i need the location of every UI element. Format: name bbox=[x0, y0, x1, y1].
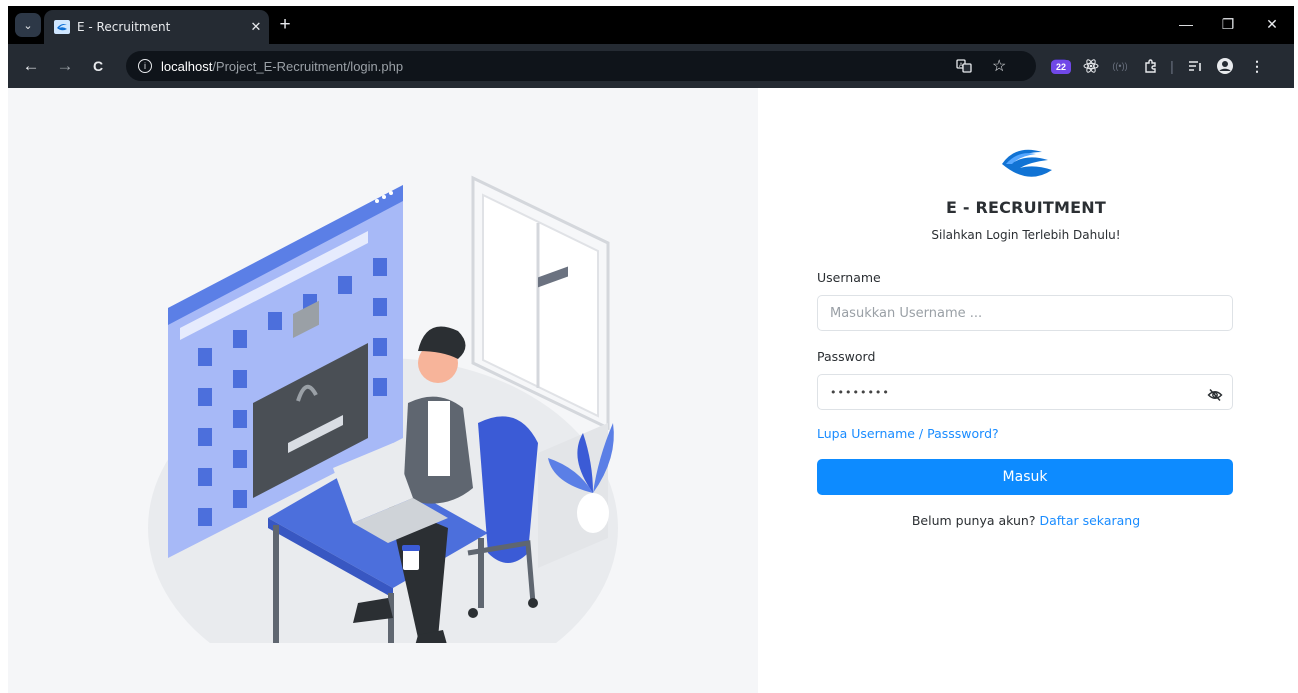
tab-search-button[interactable]: ⌄ bbox=[15, 13, 41, 37]
tab-close-icon[interactable]: ✕ bbox=[243, 19, 269, 35]
profile-avatar-icon[interactable] bbox=[1214, 56, 1236, 76]
extension-badge: 22 bbox=[1051, 60, 1071, 74]
register-link[interactable]: Daftar sekarang bbox=[1039, 513, 1140, 528]
restore-button[interactable]: ❐ bbox=[1208, 13, 1248, 35]
page-frame: ⌄ E - Recruitment ✕ + — ❐ ✕ ← → C i loca… bbox=[0, 0, 1298, 693]
forgot-password-link[interactable]: Lupa Username / Passsword? bbox=[817, 426, 999, 441]
svg-text:A: A bbox=[959, 63, 963, 69]
login-subtitle: Silahkan Login Terlebih Dahulu! bbox=[931, 228, 1121, 242]
username-label: Username bbox=[817, 270, 881, 285]
close-window-button[interactable]: ✕ bbox=[1252, 13, 1292, 35]
toolbar-divider: | bbox=[1170, 58, 1174, 74]
password-input[interactable] bbox=[817, 374, 1233, 410]
back-button[interactable]: ← bbox=[20, 55, 42, 77]
forward-button[interactable]: → bbox=[54, 55, 76, 77]
puzzle-icon[interactable] bbox=[1140, 56, 1162, 76]
register-row: Belum punya akun? Daftar sekarang bbox=[758, 513, 1294, 528]
username-input[interactable] bbox=[817, 295, 1233, 331]
login-panel: E - RECRUITMENT Silahkan Login Terlebih … bbox=[758, 88, 1294, 693]
url-host: localhost bbox=[161, 58, 213, 74]
translate-icon[interactable]: A bbox=[956, 58, 972, 74]
password-label: Password bbox=[817, 349, 876, 364]
minimize-button[interactable]: — bbox=[1166, 13, 1206, 35]
chevron-down-icon: ⌄ bbox=[23, 19, 33, 32]
register-prompt: Belum punya akun? bbox=[911, 513, 1040, 528]
reload-button[interactable]: C bbox=[87, 55, 109, 77]
address-bar[interactable]: i localhost /Project_E-Recruitment/login… bbox=[126, 51, 1036, 81]
url-path: /Project_E-Recruitment/login.php bbox=[212, 58, 404, 74]
browser-chrome: ⌄ E - Recruitment ✕ + — ❐ ✕ ← → C i loca… bbox=[8, 6, 1294, 88]
star-icon[interactable]: ☆ bbox=[992, 58, 1006, 75]
e-recruitment-logo-icon bbox=[54, 20, 70, 34]
login-submit-button[interactable]: Masuk bbox=[817, 459, 1233, 495]
browser-toolbar: ← → C i localhost /Project_E-Recruitment… bbox=[8, 44, 1294, 88]
illustration-panel bbox=[8, 88, 758, 693]
e-recruitment-logo-icon bbox=[1002, 149, 1052, 177]
reading-list-icon[interactable] bbox=[1184, 56, 1206, 76]
new-tab-button[interactable]: + bbox=[274, 14, 296, 36]
eye-slash-icon[interactable] bbox=[1204, 384, 1226, 406]
menu-kebab-icon[interactable]: ⋮ bbox=[1246, 56, 1268, 76]
app-name: E - RECRUITMENT bbox=[945, 198, 1107, 217]
tab-title: E - Recruitment bbox=[77, 20, 171, 34]
tab-bar: ⌄ E - Recruitment ✕ + — ❐ ✕ bbox=[8, 6, 1294, 44]
info-icon[interactable]: i bbox=[138, 59, 152, 73]
broadcast-icon[interactable]: ((•)) bbox=[1110, 56, 1130, 76]
react-devtools-icon[interactable] bbox=[1080, 56, 1102, 76]
person-at-desk-illustration bbox=[148, 175, 618, 643]
browser-tab-active[interactable]: E - Recruitment ✕ bbox=[44, 10, 269, 44]
